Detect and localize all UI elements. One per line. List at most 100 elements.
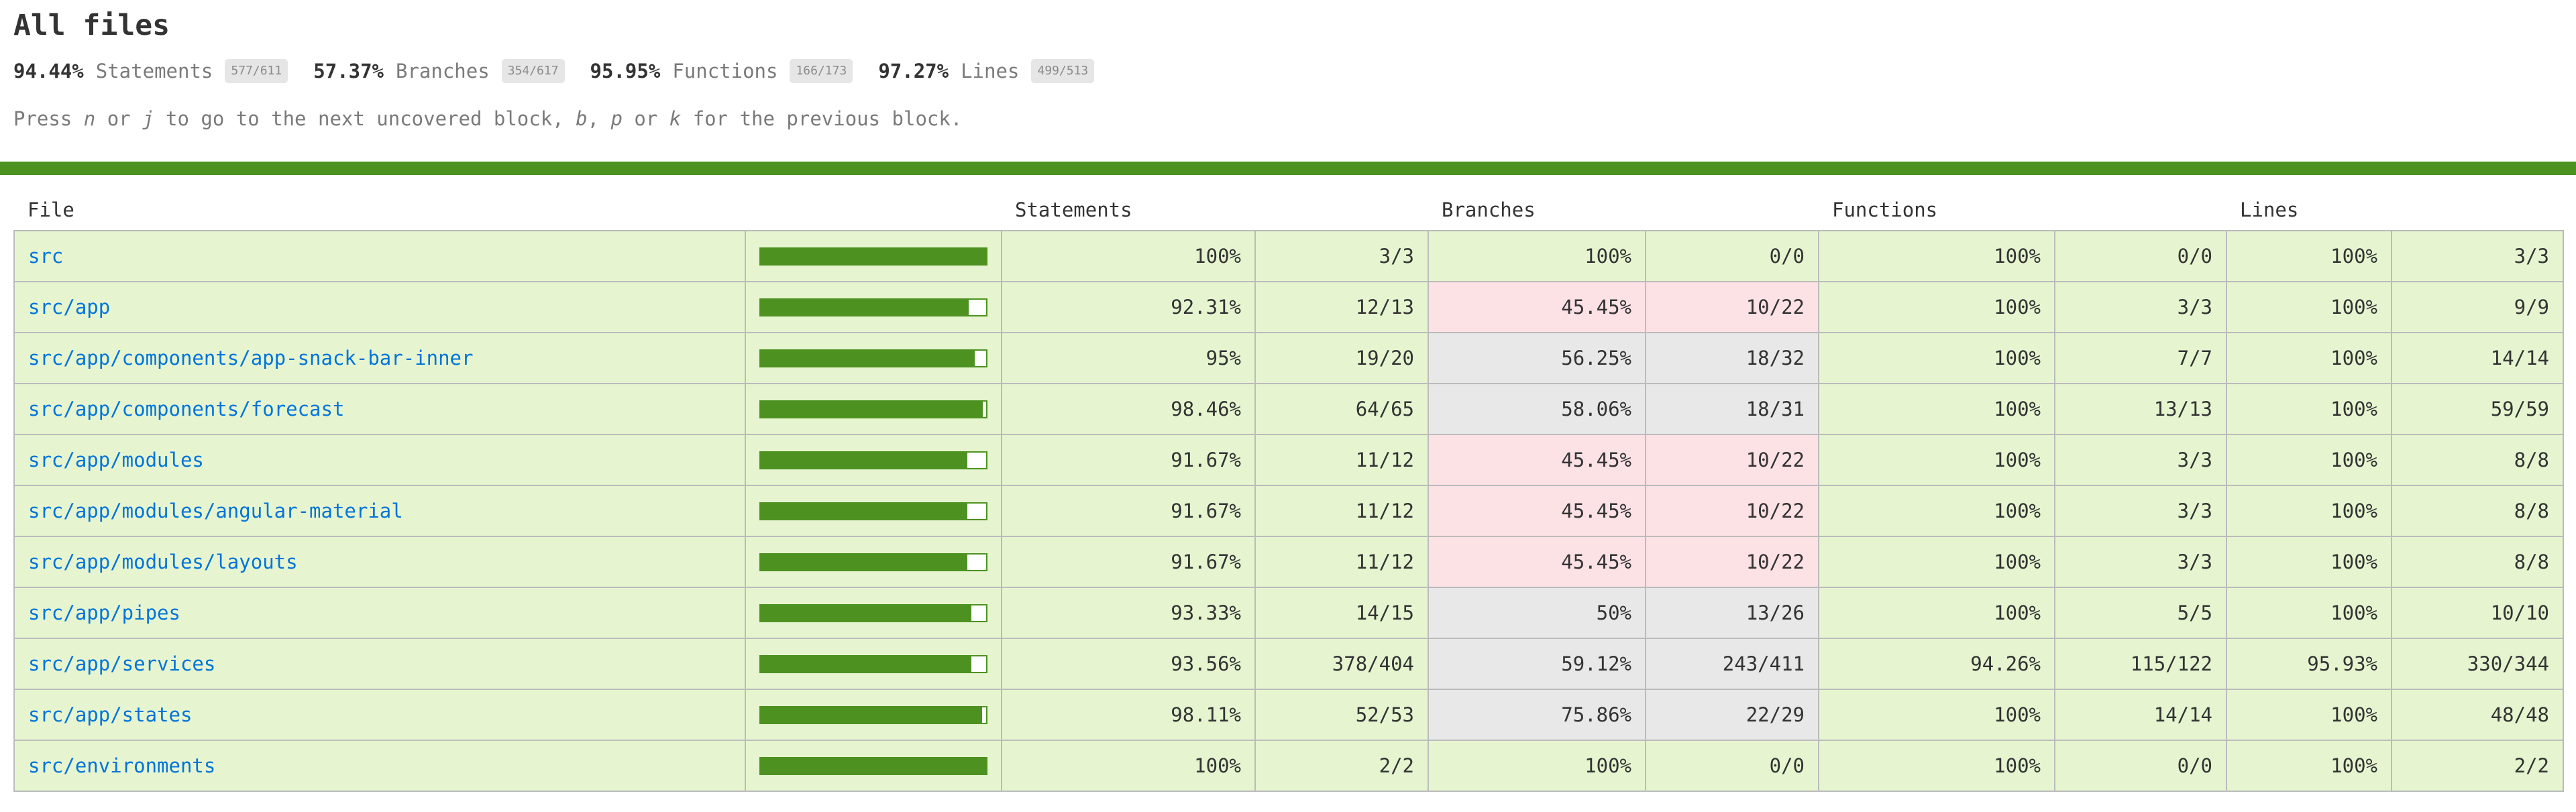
lines-pct-cell: 100% (2226, 281, 2392, 333)
coverage-bar (759, 654, 987, 673)
column-header-branches-raw[interactable] (1646, 190, 1819, 231)
column-header-lines-raw[interactable] (2392, 190, 2563, 231)
statements-pct-cell: 91.67% (1001, 434, 1256, 486)
file-link[interactable]: src/app/pipes (28, 601, 180, 624)
coverage-bar (759, 705, 987, 724)
coverage-bar-cell (745, 536, 1002, 588)
functions-pct-cell: 100% (1818, 485, 2055, 537)
coverage-bar (759, 451, 987, 469)
hint-text: or (95, 107, 143, 130)
file-cell: src/app/states (13, 689, 746, 741)
coverage-bar (759, 400, 987, 418)
summary-pct: 94.44% (13, 60, 84, 82)
coverage-bar (759, 603, 987, 622)
table-row: src/app/states 98.11% 52/53 75.86% 22/29 100%… (13, 689, 2564, 741)
statements-pct-cell: 95% (1001, 332, 1256, 384)
file-link[interactable]: src/app/services (28, 652, 215, 675)
statements-raw-cell: 14/15 (1254, 587, 1429, 639)
branches-pct-cell: 100% (1428, 230, 1646, 282)
coverage-summary: 94.44% Statements 577/611 57.37% Branche… (13, 57, 2563, 85)
statements-raw-cell: 11/12 (1254, 536, 1429, 588)
coverage-bar-fill (761, 350, 975, 366)
statements-pct-cell: 91.67% (1001, 485, 1256, 537)
report-header: All files 94.44% Statements 577/611 57.3… (0, 0, 2576, 132)
statements-raw-cell: 64/65 (1254, 383, 1429, 435)
file-link[interactable]: src (28, 245, 63, 268)
column-header-functions-raw[interactable] (2055, 190, 2226, 231)
summary-fraction-badge: 499/513 (1031, 59, 1095, 83)
coverage-bar-fill (761, 605, 971, 621)
lines-pct-cell: 100% (2226, 587, 2392, 639)
branches-raw-cell: 10/22 (1645, 485, 1819, 537)
branches-pct-cell: 50% (1428, 587, 1646, 639)
summary-lines: 97.27% Lines 499/513 (878, 59, 1095, 83)
statements-raw-cell: 11/12 (1254, 434, 1429, 486)
coverage-bar-fill (761, 707, 982, 723)
hint-text: , (587, 107, 611, 130)
functions-raw-cell: 7/7 (2054, 332, 2227, 384)
lines-pct-cell: 100% (2226, 230, 2392, 282)
functions-raw-cell: 0/0 (2054, 230, 2227, 282)
branches-raw-cell: 10/22 (1645, 434, 1819, 486)
summary-pct: 95.95% (590, 60, 661, 82)
coverage-bar-cell (745, 638, 1002, 690)
summary-pct: 97.27% (878, 60, 949, 82)
coverage-bar-cell (745, 587, 1002, 639)
lines-pct-cell: 100% (2226, 740, 2392, 792)
functions-pct-cell: 100% (1818, 434, 2055, 486)
file-cell: src (13, 230, 746, 282)
hint-text: to go to the next uncovered block, (154, 107, 576, 130)
column-header-branches[interactable]: Branches (1428, 190, 1646, 231)
coverage-bar-fill (761, 452, 967, 468)
branches-pct-cell: 56.25% (1428, 332, 1646, 384)
functions-raw-cell: 3/3 (2054, 434, 2227, 486)
hint-key: b (576, 107, 588, 130)
column-header-bar[interactable] (745, 190, 1002, 231)
column-header-file[interactable]: File (14, 190, 745, 231)
lines-pct-cell: 100% (2226, 536, 2392, 588)
file-link[interactable]: src/app/components/forecast (28, 398, 344, 420)
branches-raw-cell: 10/22 (1645, 536, 1819, 588)
statements-pct-cell: 91.67% (1001, 536, 1256, 588)
coverage-table: File Statements Branches Functions Lines… (13, 190, 2564, 792)
table-row: src/app 92.31% 12/13 45.45% 10/22 100% 3/3 100%… (13, 281, 2564, 333)
file-link[interactable]: src/app/components/app-snack-bar-inner (28, 347, 473, 369)
file-link[interactable]: src/app/modules/angular-material (28, 500, 403, 522)
file-link[interactable]: src/app/modules (28, 449, 204, 471)
coverage-status-line (0, 162, 2576, 175)
file-link[interactable]: src/environments (28, 754, 215, 777)
lines-pct-cell: 100% (2226, 485, 2392, 537)
lines-raw-cell: 3/3 (2391, 230, 2564, 282)
column-header-lines[interactable]: Lines (2226, 190, 2392, 231)
coverage-bar-fill (761, 401, 983, 417)
lines-raw-cell: 14/14 (2391, 332, 2564, 384)
branches-pct-cell: 45.45% (1428, 281, 1646, 333)
summary-label: Branches (396, 60, 490, 82)
column-header-statements-raw[interactable] (1255, 190, 1428, 231)
table-row: src/app/modules 91.67% 11/12 45.45% 10/22 100… (13, 434, 2564, 486)
lines-raw-cell: 10/10 (2391, 587, 2564, 639)
file-cell: src/app/modules/angular-material (13, 485, 746, 537)
functions-pct-cell: 100% (1818, 689, 2055, 741)
functions-pct-cell: 100% (1818, 536, 2055, 588)
summary-statements: 94.44% Statements 577/611 (13, 59, 288, 83)
table-row: src/app/components/forecast 98.46% 64/65 58… (13, 383, 2564, 435)
file-link[interactable]: src/app/modules/layouts (28, 550, 298, 573)
branches-raw-cell: 0/0 (1645, 230, 1819, 282)
statements-raw-cell: 2/2 (1254, 740, 1429, 792)
functions-raw-cell: 3/3 (2054, 536, 2227, 588)
coverage-bar (759, 502, 987, 520)
coverage-bar (759, 247, 987, 266)
lines-raw-cell: 48/48 (2391, 689, 2564, 741)
column-header-statements[interactable]: Statements (1002, 190, 1255, 231)
file-link[interactable]: src/app (28, 296, 110, 318)
column-header-functions[interactable]: Functions (1819, 190, 2055, 231)
summary-fraction-badge: 354/617 (501, 59, 565, 83)
coverage-bar-cell (745, 434, 1002, 486)
branches-pct-cell: 45.45% (1428, 536, 1646, 588)
lines-pct-cell: 100% (2226, 689, 2392, 741)
coverage-bar-cell (745, 230, 1002, 282)
file-link[interactable]: src/app/states (28, 703, 192, 726)
lines-pct-cell: 100% (2226, 383, 2392, 435)
statements-raw-cell: 52/53 (1254, 689, 1429, 741)
